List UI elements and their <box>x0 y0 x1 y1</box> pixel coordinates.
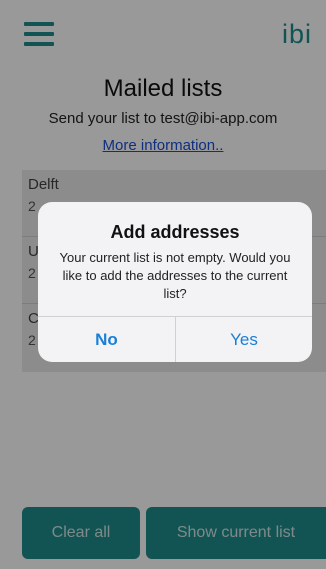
yes-button[interactable]: Yes <box>176 317 312 362</box>
dialog-message: Your current list is not empty. Would yo… <box>59 250 291 301</box>
add-addresses-dialog: Add addresses Your current list is not e… <box>38 202 312 362</box>
dialog-title: Add addresses <box>110 222 240 242</box>
no-button[interactable]: No <box>38 317 175 362</box>
